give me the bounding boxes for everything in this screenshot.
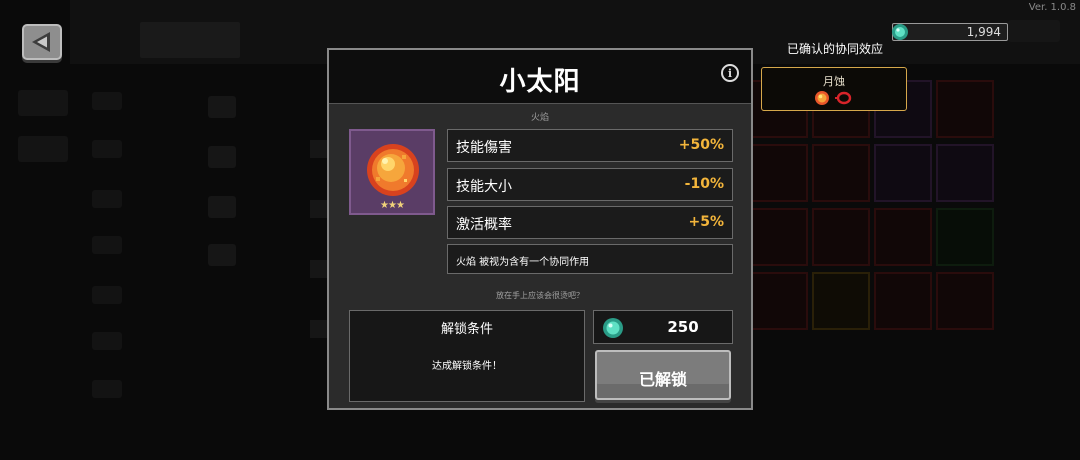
stat-label: 技能大小 xyxy=(456,179,512,195)
gem-amount: 1,994 xyxy=(966,25,1001,39)
background-icon xyxy=(208,96,236,118)
background-grid-cell xyxy=(874,208,932,266)
unlock-condition-text: 达成解锁条件！ xyxy=(432,361,502,372)
background-icon xyxy=(208,244,236,266)
background-grid-cell xyxy=(812,272,870,330)
sun-orb-icon xyxy=(815,91,829,105)
item-category: 火焰 xyxy=(530,113,549,123)
background-square xyxy=(310,260,328,278)
stat-row: 技能傷害 +50% xyxy=(447,129,733,162)
item-card: ★★★ xyxy=(349,129,435,215)
item-title: 小太阳 xyxy=(499,67,581,97)
red-ring-icon xyxy=(835,91,852,105)
background-square xyxy=(310,140,328,158)
background-grid-cell xyxy=(750,144,808,202)
background-item-grid xyxy=(750,80,1030,340)
stat-row: 激活概率 +5% xyxy=(447,206,733,239)
background-grid-cell xyxy=(812,144,870,202)
stat-row: 技能大小 -10% xyxy=(447,168,733,201)
item-detail-modal: 小太阳 i 火焰 ★★★ 技能傷害 +50% 技能大小 -10% 激活概率 +5… xyxy=(327,48,753,410)
background-icon xyxy=(208,196,236,218)
stat-label: 激活概率 xyxy=(456,217,512,233)
background-square xyxy=(310,320,328,338)
synergy-note-text: 火焰 被视为含有一个协同作用 xyxy=(456,257,590,268)
unlocked-button-label: 已解锁 xyxy=(638,370,687,389)
background-grid-cell xyxy=(936,144,994,202)
background-tab xyxy=(140,22,240,58)
flavor-text: 放在手上应该会很烫吧？ xyxy=(496,291,584,300)
synergy-card[interactable]: 月蚀 xyxy=(761,67,907,111)
background-menu-row xyxy=(92,236,122,254)
background-grid-cell xyxy=(874,144,932,202)
synergy-name: 月蚀 xyxy=(823,75,845,88)
back-arrow-icon xyxy=(32,32,50,52)
price-value: 250 xyxy=(667,318,699,336)
background-grid-cell xyxy=(750,272,808,330)
modal-header: 小太阳 i xyxy=(329,50,751,104)
synergy-note: 火焰 被视为含有一个协同作用 xyxy=(447,244,733,274)
version-label: Ver. 1.0.8 xyxy=(1028,2,1076,13)
back-button[interactable] xyxy=(22,24,62,60)
stat-label: 技能傷害 xyxy=(456,140,512,156)
background-menu-row xyxy=(92,380,122,398)
unlock-condition-header: 解锁条件 xyxy=(440,322,493,337)
background-menu-row xyxy=(18,136,68,162)
background-counter xyxy=(1008,20,1060,42)
background-menu-row xyxy=(92,190,122,208)
sun-orb-icon xyxy=(367,144,419,196)
unlocked-button[interactable]: 已解锁 xyxy=(595,350,731,400)
background-grid-cell xyxy=(936,272,994,330)
background-square xyxy=(310,200,328,218)
synergy-icons xyxy=(814,90,852,106)
stat-value: -10% xyxy=(684,176,724,192)
background-side-menu xyxy=(0,70,122,460)
gem-counter: 1,994 xyxy=(892,23,1008,41)
background-menu-row xyxy=(92,140,122,158)
synergy-header: 已确认的协同效应 xyxy=(786,42,883,56)
background-grid-cell xyxy=(812,208,870,266)
stat-value: +5% xyxy=(688,214,725,230)
gem-icon xyxy=(892,24,908,40)
gem-icon xyxy=(603,318,623,338)
info-icon[interactable]: i xyxy=(721,64,739,82)
background-grid-cell xyxy=(936,208,994,266)
background-menu-row xyxy=(18,90,68,116)
rarity-stars: ★★★ xyxy=(380,200,405,211)
background-menu-row xyxy=(92,332,122,350)
price-box: 250 xyxy=(593,310,733,344)
background-grid-cell xyxy=(874,272,932,330)
background-icon xyxy=(208,146,236,168)
background-menu-row xyxy=(92,92,122,110)
background-menu-row xyxy=(92,286,122,304)
background-grid-cell xyxy=(936,80,994,138)
background-grid-cell xyxy=(750,208,808,266)
stat-value: +50% xyxy=(678,137,724,153)
unlock-condition-box: 解锁条件 达成解锁条件！ xyxy=(349,310,585,402)
